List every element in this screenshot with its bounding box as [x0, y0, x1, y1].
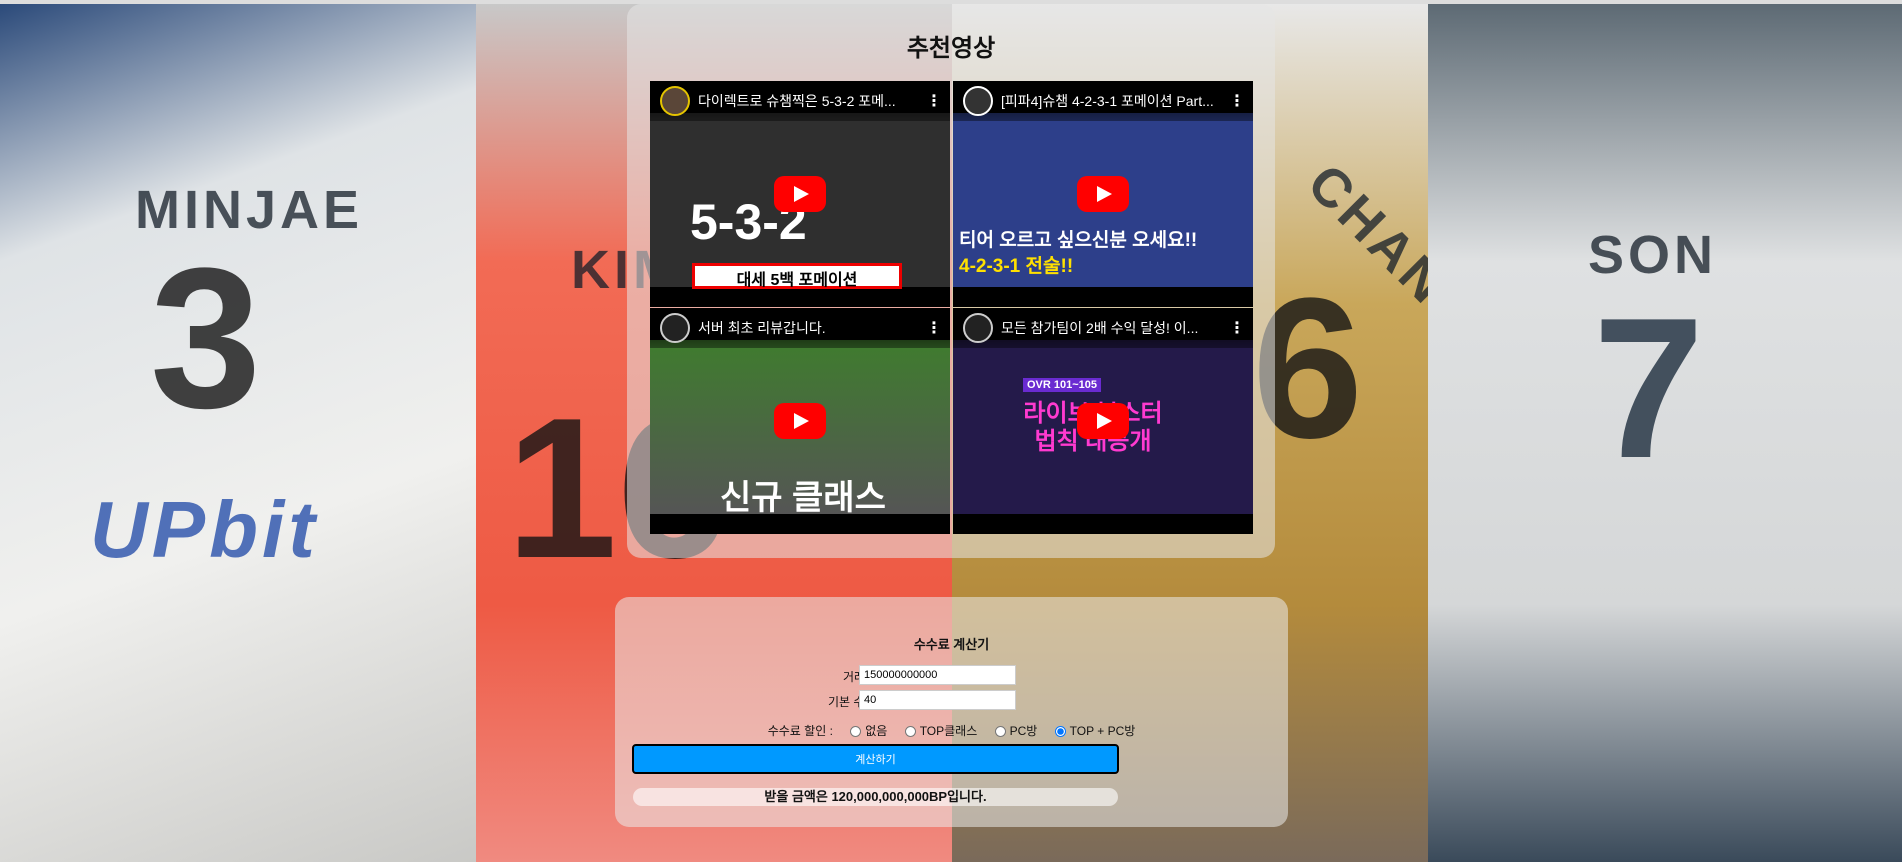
discount-radio-group: 수수료 할인 : 없음 TOP클래스 PC방 TOP + PC방 — [615, 722, 1288, 739]
jersey-number: 3 — [150, 227, 262, 450]
channel-avatar-icon[interactable] — [660, 86, 690, 116]
radio-none[interactable] — [850, 726, 862, 738]
fee-input[interactable] — [859, 690, 1016, 710]
radio-top-pc-bang[interactable] — [1054, 726, 1066, 738]
video-title[interactable]: 모든 참가팀이 2배 수익 달성! 이... — [1001, 318, 1229, 338]
background-player-son: SON 7 — [1428, 4, 1902, 862]
price-input[interactable] — [859, 665, 1016, 685]
youtube-play-icon[interactable] — [774, 176, 826, 212]
discount-label: 수수료 할인 : — [767, 724, 833, 738]
result-suffix: 입니다. — [947, 789, 987, 804]
video-embed[interactable]: 5-3-2 대세 5백 포메이션 다이렉트로 슈챔찍은 5-3-2 포메... ⋮ — [650, 81, 950, 307]
video-title[interactable]: 다이렉트로 슈챔찍은 5-3-2 포메... — [698, 91, 926, 111]
sponsor-text: UPbit — [90, 485, 319, 574]
thumbnail-text: 티어 오르고 싶으신분 오세요!! — [959, 230, 1198, 251]
jersey-number: 7 — [1593, 277, 1705, 500]
thumbnail-subtext: 대세 5백 포메이션 — [692, 263, 902, 289]
channel-avatar-icon[interactable] — [660, 313, 690, 343]
radio-label: PC방 — [1009, 724, 1038, 738]
video-embed[interactable]: OVR 101~105 라이브 부스터 법칙 대공개 모든 참가팀이 2배 수익… — [953, 308, 1253, 534]
more-options-icon[interactable]: ⋮ — [1229, 91, 1245, 111]
radio-pc-bang[interactable] — [994, 726, 1006, 738]
radio-label: TOP클래스 — [919, 724, 978, 738]
youtube-play-icon[interactable] — [1077, 403, 1129, 439]
more-options-icon[interactable]: ⋮ — [1229, 318, 1245, 338]
video-title[interactable]: [피파4]슈챔 4-2-3-1 포메이션 Part... — [1001, 91, 1229, 111]
background-player-minjae: MINJAE 3 UPbit — [0, 4, 476, 862]
video-title[interactable]: 서버 최초 리뷰갑니다. — [698, 318, 926, 338]
result-amount: 120,000,000,000BP — [831, 789, 948, 804]
result-prefix: 받을 금액은 — [764, 789, 832, 804]
recommended-title: 추천영상 — [906, 35, 996, 62]
radio-top-class[interactable] — [904, 726, 916, 738]
channel-avatar-icon[interactable] — [963, 313, 993, 343]
calculator-title: 수수료 계산기 — [913, 637, 990, 652]
result-text: 받을 금액은 120,000,000,000BP입니다. — [633, 788, 1118, 806]
more-options-icon[interactable]: ⋮ — [926, 91, 942, 111]
thumbnail-subtext: OVR 101~105 — [1023, 378, 1102, 392]
fee-calculator: 수수료 계산기 거래 가격: 기본 수수료(%): 수수료 할인 : 없음 TO… — [615, 597, 1288, 827]
youtube-play-icon[interactable] — [1077, 176, 1129, 212]
youtube-play-icon[interactable] — [774, 403, 826, 439]
thumbnail-subtext: 4-2-3-1 전술!! — [959, 256, 1074, 277]
calculate-button[interactable]: 계산하기 — [632, 744, 1119, 774]
thumbnail-text: 신규 클래스 — [720, 479, 886, 517]
video-embed[interactable]: 신규 클래스 서버 최초 리뷰갑니다. ⋮ — [650, 308, 950, 534]
video-embed[interactable]: 티어 오르고 싶으신분 오세요!! 4-2-3-1 전술!! [피파4]슈챔 4… — [953, 81, 1253, 307]
radio-label: TOP + PC방 — [1069, 724, 1136, 738]
channel-avatar-icon[interactable] — [963, 86, 993, 116]
more-options-icon[interactable]: ⋮ — [926, 318, 942, 338]
radio-label: 없음 — [865, 724, 888, 738]
